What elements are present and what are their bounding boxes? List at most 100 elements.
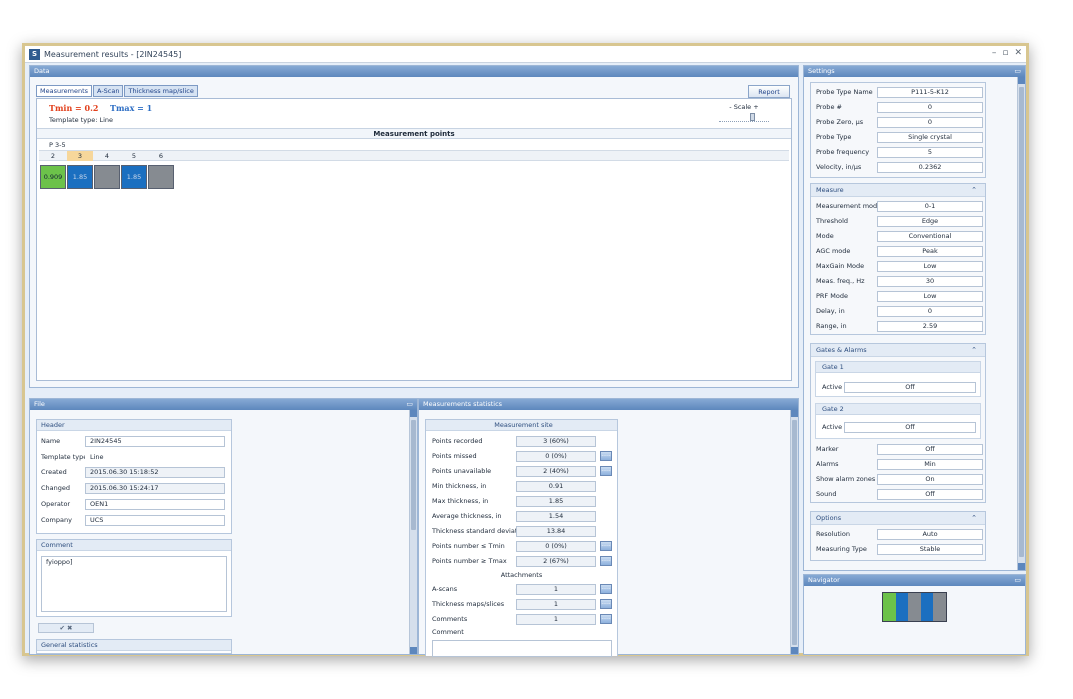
setting-value[interactable]: Edge [877,216,983,227]
stat-label: Thickness standard deviation [432,527,528,535]
tab-a-scan[interactable]: A-Scan [93,85,124,97]
setting-value[interactable]: Off [877,444,983,455]
measure-group-title[interactable]: Measure ⌃ [811,184,985,197]
comment-textarea[interactable]: fyioppo] [41,556,227,612]
scroll-up-icon[interactable] [1018,77,1025,84]
gate-1-active-value[interactable]: Off [844,382,976,393]
name-field[interactable]: 2IN24545 [85,436,225,447]
company-field[interactable]: UCS [85,515,225,526]
app-window: S Measurement results - [2IN24545] – ▫ ✕… [22,43,1029,657]
gate-1-title: Gate 1 [816,362,980,373]
scroll-thumb[interactable] [792,420,797,645]
stat-label: Points missed [432,452,477,460]
point-cell[interactable]: 1.85 [67,165,93,189]
scroll-thumb[interactable] [1019,87,1024,557]
setting-label: Sound [816,490,837,498]
setting-value[interactable]: 5 [877,147,983,158]
setting-value[interactable]: Auto [877,529,983,540]
setting-value[interactable]: 0.2362 [877,162,983,173]
setting-label: Probe Type [816,133,852,141]
gate-2-active-value[interactable]: Off [844,422,976,433]
details-button[interactable]: ..... [600,599,612,609]
tab-thickness-map[interactable]: Thickness map/slice [124,85,198,97]
app-icon: S [29,48,40,60]
stat-value: 2 (40%) [516,466,596,477]
title-bar: S Measurement results - [2IN24545] – ▫ ✕ [25,46,1026,63]
scroll-down-icon[interactable] [791,647,798,654]
close-icon[interactable]: ✕ [1014,48,1022,58]
scale-slider-track[interactable] [719,116,769,122]
details-button[interactable]: ..... [600,541,612,551]
report-button[interactable]: Report [748,85,790,98]
scroll-down-icon[interactable] [410,647,417,654]
point-cell[interactable] [94,165,120,189]
pin-icon[interactable]: ▭ [1014,575,1021,586]
point-cell[interactable] [148,165,174,189]
column-header[interactable]: 4 [94,151,120,161]
details-button[interactable]: ..... [600,614,612,624]
minimap-cell [895,593,909,621]
setting-value[interactable]: Single crystal [877,132,983,143]
setting-value[interactable]: 0 [877,102,983,113]
stat-label: Max thickness, in [432,497,489,505]
minimize-icon[interactable]: – [992,48,997,58]
setting-value[interactable]: 0 [877,306,983,317]
setting-value[interactable]: 0 [877,117,983,128]
setting-value[interactable]: Min [877,459,983,470]
stat-label: Points number ≤ Tmin [432,542,505,550]
setting-label: MaxGain Mode [816,262,865,270]
attachment-comment-box[interactable] [432,640,612,657]
column-header[interactable]: 6 [148,151,174,161]
column-header[interactable]: 3 [67,151,93,161]
restore-icon[interactable]: ▫ [1002,48,1008,58]
settings-panel-title: Settings [808,67,835,75]
details-button[interactable]: ..... [600,584,612,594]
pin-icon[interactable]: ▭ [406,399,413,410]
active-label: Active [822,383,843,391]
setting-value[interactable]: Stable [877,544,983,555]
collapse-icon[interactable]: ⌃ [971,184,977,197]
setting-value[interactable]: 2.59 [877,321,983,332]
scroll-up-icon[interactable] [791,410,798,417]
point-cell[interactable]: 1.85 [121,165,147,189]
statistics-scrollbar[interactable] [790,410,798,654]
setting-value[interactable]: 30 [877,276,983,287]
column-header[interactable]: 5 [121,151,147,161]
setting-value[interactable]: Off [877,489,983,500]
operator-field[interactable]: OEN1 [85,499,225,510]
pin-icon[interactable]: ▭ [1014,66,1021,77]
details-button[interactable]: ..... [600,451,612,461]
scroll-down-icon[interactable] [1018,563,1025,570]
collapse-icon[interactable]: ⌃ [971,512,977,525]
setting-value[interactable]: On [877,474,983,485]
scroll-up-icon[interactable] [410,410,417,417]
tab-measurements[interactable]: Measurements [36,85,93,97]
options-group-title[interactable]: Options ⌃ [811,512,985,525]
measure-group: Measure ⌃ Measurement mode 0-1 Threshold … [810,183,986,335]
setting-value[interactable]: Conventional [877,231,983,242]
setting-value[interactable]: Low [877,261,983,272]
scroll-thumb[interactable] [411,420,416,530]
scale-slider-thumb[interactable] [750,113,755,121]
tmax-label: Tmax = 1 [110,103,153,113]
setting-label: Mode [816,232,834,240]
settings-scrollbar[interactable] [1017,77,1025,570]
navigator-minimap[interactable] [882,592,947,622]
setting-value[interactable]: P111-5-K12 [877,87,983,98]
details-button[interactable]: ..... [600,556,612,566]
gates-alarms-title[interactable]: Gates & Alarms ⌃ [811,344,985,357]
details-button[interactable]: ..... [600,466,612,476]
field-label: Company [41,516,72,524]
setting-value[interactable]: Low [877,291,983,302]
attachment-label: A-scans [432,585,458,593]
setting-value[interactable]: Peak [877,246,983,257]
file-scrollbar[interactable] [409,410,417,654]
setting-value[interactable]: 0-1 [877,201,983,212]
attachment-value: 1 [516,614,596,625]
stat-value: 1.85 [516,496,596,507]
collapse-icon[interactable]: ⌃ [971,344,977,357]
setting-label: Show alarm zones [816,475,876,483]
ok-cancel-buttons[interactable]: ✔ ✖ [38,623,94,633]
column-header[interactable]: 2 [40,151,66,161]
point-cell[interactable]: 0.909 [40,165,66,189]
